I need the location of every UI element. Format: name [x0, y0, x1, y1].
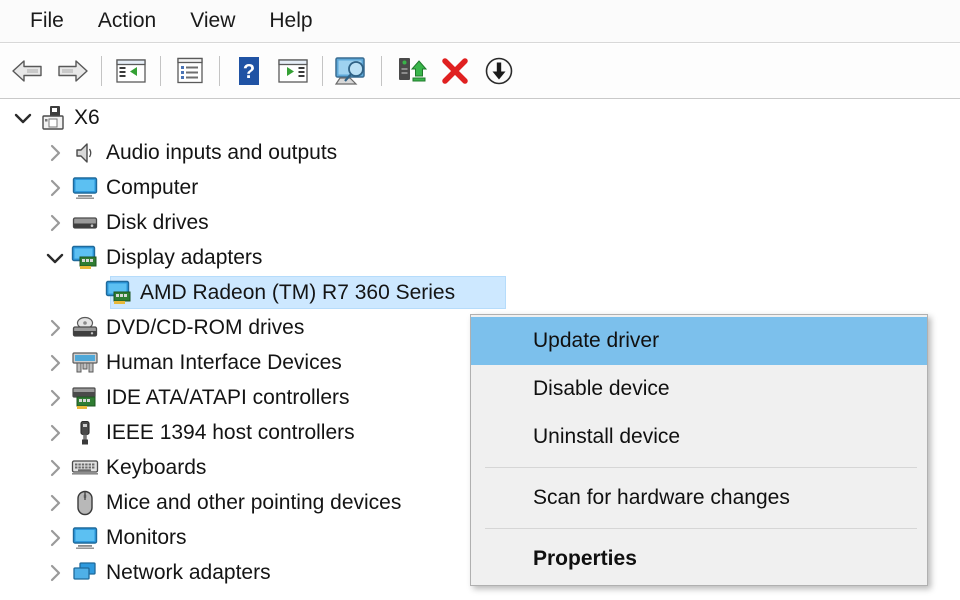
tree-node-label: Keyboards [106, 456, 207, 479]
toolbar-disable-device-button[interactable] [477, 50, 521, 92]
chevron-right-icon[interactable] [40, 494, 70, 512]
ieee1394-icon [70, 420, 100, 446]
toolbar-properties-button[interactable] [168, 50, 212, 92]
svg-text:?: ? [243, 61, 255, 83]
mouse-icon [70, 490, 100, 516]
disable-device-icon [484, 56, 514, 86]
chevron-right-icon[interactable] [40, 564, 70, 582]
display-adapter-icon [104, 280, 134, 306]
chevron-right-icon[interactable] [40, 354, 70, 372]
update-driver-icon [395, 56, 427, 86]
toolbar-uninstall-device-button[interactable] [433, 50, 477, 92]
tree-node-computer[interactable]: Computer [0, 170, 960, 205]
tree-node-label: Display adapters [106, 246, 263, 269]
tree-node-label: Computer [106, 176, 199, 199]
context-menu[interactable]: Update driver Disable device Uninstall d… [470, 314, 928, 586]
toolbar: ? [0, 44, 960, 99]
context-menu-item-disable-device[interactable]: Disable device [471, 365, 927, 413]
chevron-down-icon[interactable] [40, 251, 70, 265]
speaker-icon [70, 140, 100, 166]
chevron-right-icon[interactable] [40, 459, 70, 477]
menu-help[interactable]: Help [253, 8, 328, 35]
chevron-right-icon[interactable] [40, 144, 70, 162]
tree-node-label: AMD Radeon (TM) R7 360 Series [140, 281, 456, 304]
monitor-icon [70, 175, 100, 201]
tree-node-label: Network adapters [106, 561, 271, 584]
menu-view[interactable]: View [174, 8, 251, 35]
tree-node-amd-radeon-r7-360-series[interactable]: AMD Radeon (TM) R7 360 Series [0, 275, 960, 310]
uninstall-device-icon [440, 56, 470, 86]
context-menu-item-scan-for-hardware-changes[interactable]: Scan for hardware changes [471, 474, 927, 522]
context-menu-separator [485, 467, 917, 468]
tree-node-label: Disk drives [106, 211, 209, 234]
menu-action[interactable]: Action [82, 8, 172, 35]
toolbar-console-tree-button[interactable] [109, 50, 153, 92]
context-menu-item-update-driver[interactable]: Update driver [471, 317, 927, 365]
tree-node-label: IEEE 1394 host controllers [106, 421, 355, 444]
tree-node-x6[interactable]: X6 [0, 100, 960, 135]
chevron-right-icon[interactable] [40, 389, 70, 407]
tree-node-label: Human Interface Devices [106, 351, 342, 374]
toolbar-separator [322, 56, 323, 86]
toolbar-help-button[interactable]: ? [227, 50, 271, 92]
tree-node-label: Mice and other pointing devices [106, 491, 402, 514]
tree-node-disk-drives[interactable]: Disk drives [0, 205, 960, 240]
tree-node-label: X6 [74, 106, 100, 129]
tree-node-audio-inputs-and-outputs[interactable]: Audio inputs and outputs [0, 135, 960, 170]
context-menu-separator [485, 528, 917, 529]
hid-icon [70, 350, 100, 376]
chevron-right-icon[interactable] [40, 529, 70, 547]
display-adapter-icon [70, 245, 100, 271]
keyboard-icon [70, 455, 100, 481]
help-icon: ? [236, 56, 262, 86]
menu-file[interactable]: File [14, 8, 80, 35]
menu-bar: File Action View Help [0, 0, 960, 43]
show-hide-action-pane-icon [278, 58, 308, 84]
show-hide-console-tree-icon [116, 58, 146, 84]
properties-icon [175, 57, 205, 85]
toolbar-separator [160, 56, 161, 86]
toolbar-update-driver-button[interactable] [389, 50, 433, 92]
toolbar-separator [101, 56, 102, 86]
chevron-right-icon[interactable] [40, 319, 70, 337]
chevron-right-icon[interactable] [40, 179, 70, 197]
ide-controller-icon [70, 385, 100, 411]
toolbar-scan-hardware-button[interactable] [330, 50, 374, 92]
back-arrow-icon [11, 57, 45, 85]
tree-node-label: DVD/CD-ROM drives [106, 316, 305, 339]
toolbar-action-pane-button[interactable] [271, 50, 315, 92]
forward-arrow-icon [55, 57, 89, 85]
context-menu-item-properties[interactable]: Properties [471, 535, 927, 583]
tree-node-label: Monitors [106, 526, 187, 549]
toolbar-forward-button[interactable] [50, 50, 94, 92]
chevron-right-icon[interactable] [40, 214, 70, 232]
monitor-icon [70, 525, 100, 551]
disk-drive-icon [70, 210, 100, 236]
chevron-right-icon[interactable] [40, 424, 70, 442]
context-menu-item-uninstall-device[interactable]: Uninstall device [471, 413, 927, 461]
toolbar-back-button[interactable] [6, 50, 50, 92]
device-manager-window: File Action View Help ? X6 Audio inputs … [0, 0, 960, 600]
scan-for-hardware-changes-icon [334, 56, 370, 86]
chevron-down-icon[interactable] [8, 111, 38, 125]
tree-node-display-adapters[interactable]: Display adapters [0, 240, 960, 275]
network-adapter-icon [70, 560, 100, 586]
tree-node-label: IDE ATA/ATAPI controllers [106, 386, 350, 409]
toolbar-separator [219, 56, 220, 86]
toolbar-separator [381, 56, 382, 86]
dvd-drive-icon [70, 315, 100, 341]
computer-tower-icon [38, 105, 68, 131]
tree-node-label: Audio inputs and outputs [106, 141, 338, 164]
